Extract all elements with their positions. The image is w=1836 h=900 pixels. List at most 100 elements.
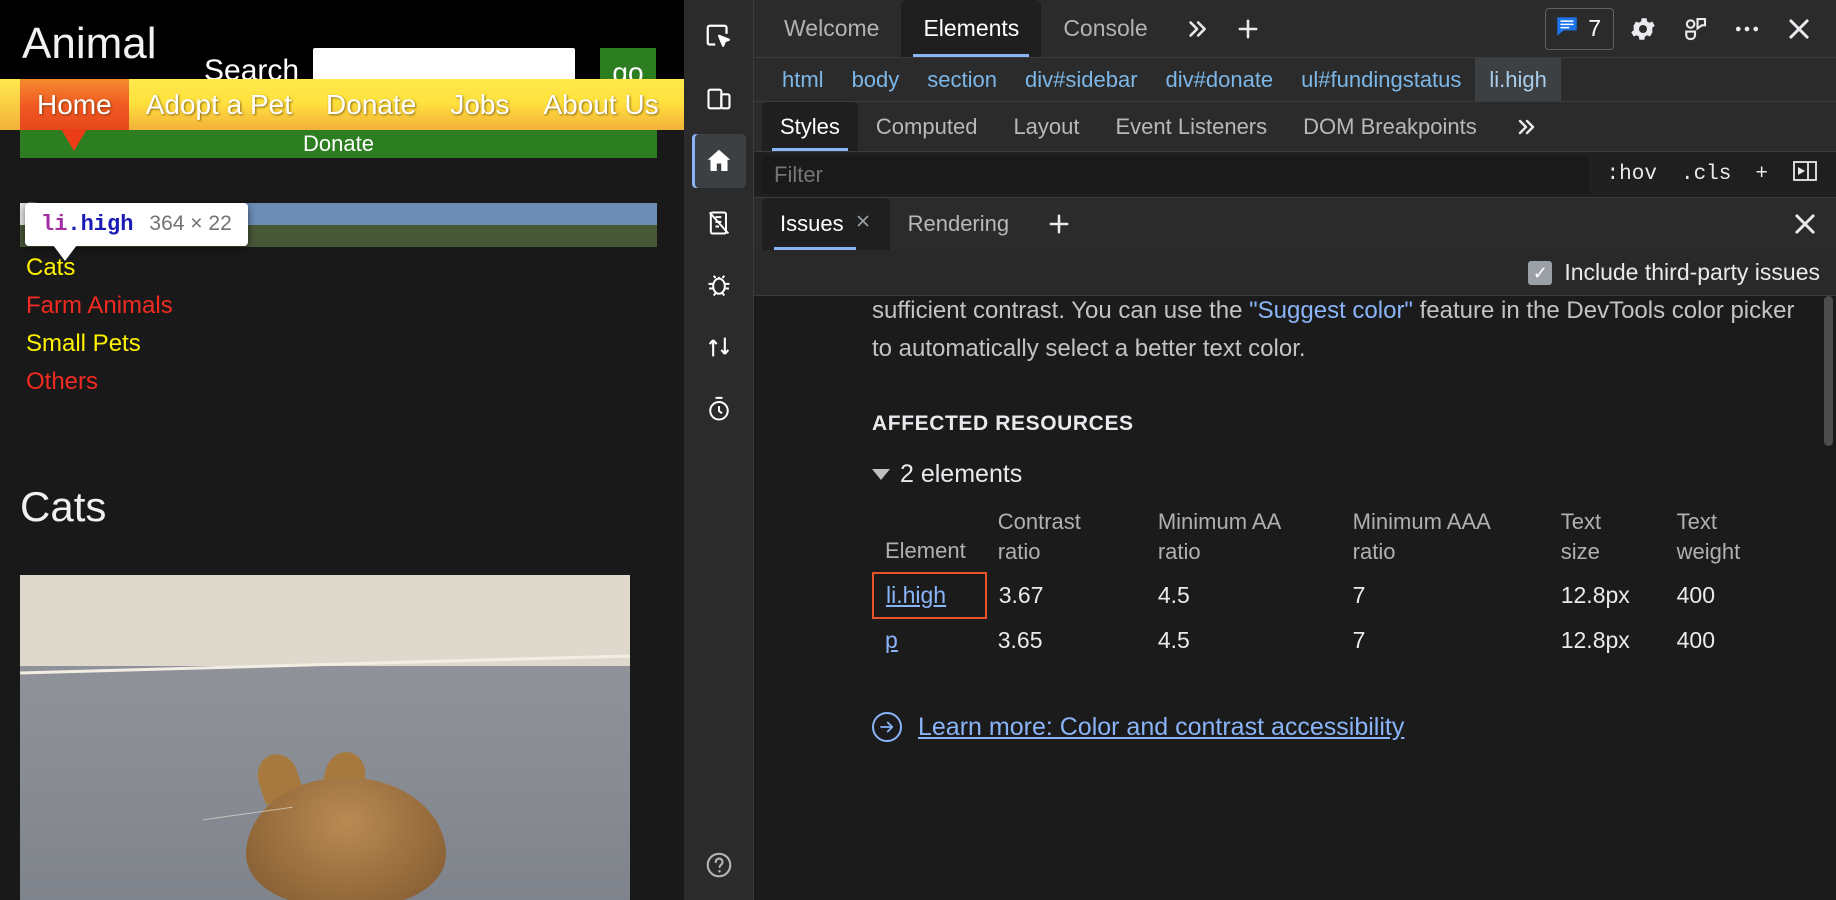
tab-styles[interactable]: Styles [762, 102, 858, 151]
chevron-down-icon [872, 469, 890, 480]
drawer-tab-issues[interactable]: Issues [762, 198, 890, 250]
list-item-small-pets[interactable]: Small Pets [20, 325, 657, 363]
chevron-double-right-icon[interactable] [1170, 0, 1222, 57]
list-item-cats[interactable]: Cats [20, 249, 657, 287]
tab-event-listeners[interactable]: Event Listeners [1098, 102, 1286, 151]
ellipsis-icon[interactable] [1724, 6, 1770, 52]
new-style-rule-button[interactable]: + [1745, 159, 1778, 190]
main-navigation: Home Adopt a Pet Donate Jobs About Us [0, 79, 684, 130]
list-item-farm-animals[interactable]: Farm Animals [20, 287, 657, 325]
learn-more-label: Learn more: Color and contrast accessibi… [918, 713, 1404, 742]
pane-tab-label: Styles [780, 114, 840, 140]
page-section-heading: Cats [20, 483, 106, 531]
styles-filter-row: :hov .cls + [754, 152, 1836, 198]
tab-computed[interactable]: Computed [858, 102, 996, 151]
screenshot-root: Animal Search go Home Adopt a Pet Donate… [0, 0, 1836, 900]
breadcrumb-li-high[interactable]: li.high [1475, 58, 1560, 102]
tab-console[interactable]: Console [1041, 0, 1169, 57]
network-conditions-icon[interactable] [692, 320, 746, 374]
nav-item-home[interactable]: Home [20, 79, 129, 130]
drawer-close-icon[interactable] [1790, 198, 1836, 250]
nav-item-label: Donate [326, 89, 416, 120]
drawer-tab-close-icon[interactable] [854, 212, 872, 236]
cell-min-aaa: 7 [1341, 618, 1549, 662]
drawer-add-tab-plus-icon[interactable] [1027, 198, 1091, 250]
performance-timer-icon[interactable] [692, 382, 746, 436]
tooltip-dimensions: 364 × 22 [149, 212, 231, 236]
issue-description: sufficient contrast. You can use the "Su… [872, 296, 1802, 368]
tooltip-tag-name: li.high [41, 212, 133, 237]
affected-element-link-cell[interactable]: li.high [873, 573, 986, 618]
affected-element-link[interactable]: li.high [886, 582, 946, 608]
no-media-icon[interactable] [692, 196, 746, 250]
include-third-party-checkbox[interactable]: ✓ [1528, 261, 1552, 285]
tab-welcome[interactable]: Welcome [762, 0, 901, 57]
issues-drawer: Issues Rendering [754, 198, 1836, 900]
table-header-row: Element Contrast ratio Minimum AA ratio … [873, 507, 1802, 573]
tab-dom-breakpoints[interactable]: DOM Breakpoints [1285, 102, 1495, 151]
affected-element-link-cell[interactable]: p [873, 618, 986, 662]
issues-toolbar: ✓ Include third-party issues [754, 250, 1836, 296]
issues-count-badge[interactable]: 7 [1545, 8, 1614, 50]
nav-item-donate[interactable]: Donate [309, 79, 433, 130]
drawer-tab-rendering[interactable]: Rendering [890, 198, 1028, 250]
issues-speech-bubble-icon [1554, 13, 1580, 45]
column-header-text-size: Text size [1549, 507, 1665, 573]
nav-item-jobs[interactable]: Jobs [433, 79, 526, 130]
dock-position-icon[interactable] [1672, 6, 1718, 52]
list-item-others[interactable]: Others [20, 363, 657, 401]
styles-filter-input[interactable] [762, 156, 1589, 194]
tab-layout[interactable]: Layout [995, 102, 1097, 151]
issue-text-part1: sufficient contrast. You can use the [872, 297, 1249, 324]
bug-icon[interactable] [692, 258, 746, 312]
pane-more-chevron-double-right-icon[interactable] [1495, 102, 1555, 151]
gear-icon[interactable] [1620, 6, 1666, 52]
breadcrumb-body[interactable]: body [838, 58, 914, 102]
styles-sidebar-toggle-icon[interactable] [1782, 155, 1828, 194]
cell-text-size: 12.8px [1549, 618, 1665, 662]
nav-item-label: Adopt a Pet [146, 89, 292, 120]
issues-scrollbar-thumb[interactable] [1824, 296, 1833, 446]
tab-elements[interactable]: Elements [901, 0, 1041, 57]
breadcrumb-ul-fundingstatus[interactable]: ul#fundingstatus [1287, 58, 1475, 102]
cat-photo [20, 575, 630, 900]
pane-tab-label: Event Listeners [1116, 114, 1268, 140]
cell-text-weight: 400 [1665, 573, 1802, 618]
affected-element-link[interactable]: p [885, 627, 898, 653]
cls-toggle-button[interactable]: .cls [1671, 159, 1741, 190]
issue-detail-body: sufficient contrast. You can use the "Su… [754, 296, 1836, 900]
inspect-element-icon[interactable] [692, 10, 746, 64]
tab-label: Console [1063, 15, 1147, 42]
column-header-minimum-aa-ratio: Minimum AA ratio [1146, 507, 1341, 573]
nav-item-label: Jobs [450, 89, 509, 120]
pane-tab-label: DOM Breakpoints [1303, 114, 1477, 140]
cell-text-weight: 400 [1665, 618, 1802, 662]
hov-toggle-button[interactable]: :hov [1597, 159, 1667, 190]
breadcrumb-html[interactable]: html [768, 58, 838, 102]
table-row[interactable]: p 3.65 4.5 7 12.8px 400 [873, 618, 1802, 662]
breadcrumb-div-donate[interactable]: div#donate [1152, 58, 1288, 102]
help-icon[interactable] [692, 838, 746, 892]
nav-item-label: About Us [544, 89, 659, 120]
home-icon[interactable] [692, 134, 746, 188]
breadcrumb-section[interactable]: section [913, 58, 1011, 102]
donate-banner[interactable]: Donate [20, 130, 657, 158]
cell-min-aa: 4.5 [1146, 573, 1341, 618]
table-row[interactable]: li.high 3.67 4.5 7 12.8px 400 [873, 573, 1802, 618]
suggest-color-link[interactable]: "Suggest color" [1249, 297, 1413, 324]
elements-count-toggle[interactable]: 2 elements [872, 460, 1802, 489]
cell-text-size: 12.8px [1549, 573, 1665, 618]
learn-more-link[interactable]: Learn more: Color and contrast accessibi… [872, 712, 1802, 742]
drawer-tab-label: Rendering [908, 211, 1010, 237]
breadcrumb-div-sidebar[interactable]: div#sidebar [1011, 58, 1152, 102]
nav-item-adopt-a-pet[interactable]: Adopt a Pet [129, 79, 309, 130]
nav-active-pointer-icon [61, 129, 87, 151]
pane-tab-label: Computed [876, 114, 978, 140]
nav-item-about-us[interactable]: About Us [527, 79, 676, 130]
device-toolbar-icon[interactable] [692, 72, 746, 126]
drawer-tabstrip: Issues Rendering [754, 198, 1836, 250]
add-tab-plus-icon[interactable] [1222, 0, 1274, 57]
site-title: Animal [22, 18, 157, 70]
include-third-party-label: Include third-party issues [1564, 259, 1820, 286]
close-icon[interactable] [1776, 6, 1822, 52]
